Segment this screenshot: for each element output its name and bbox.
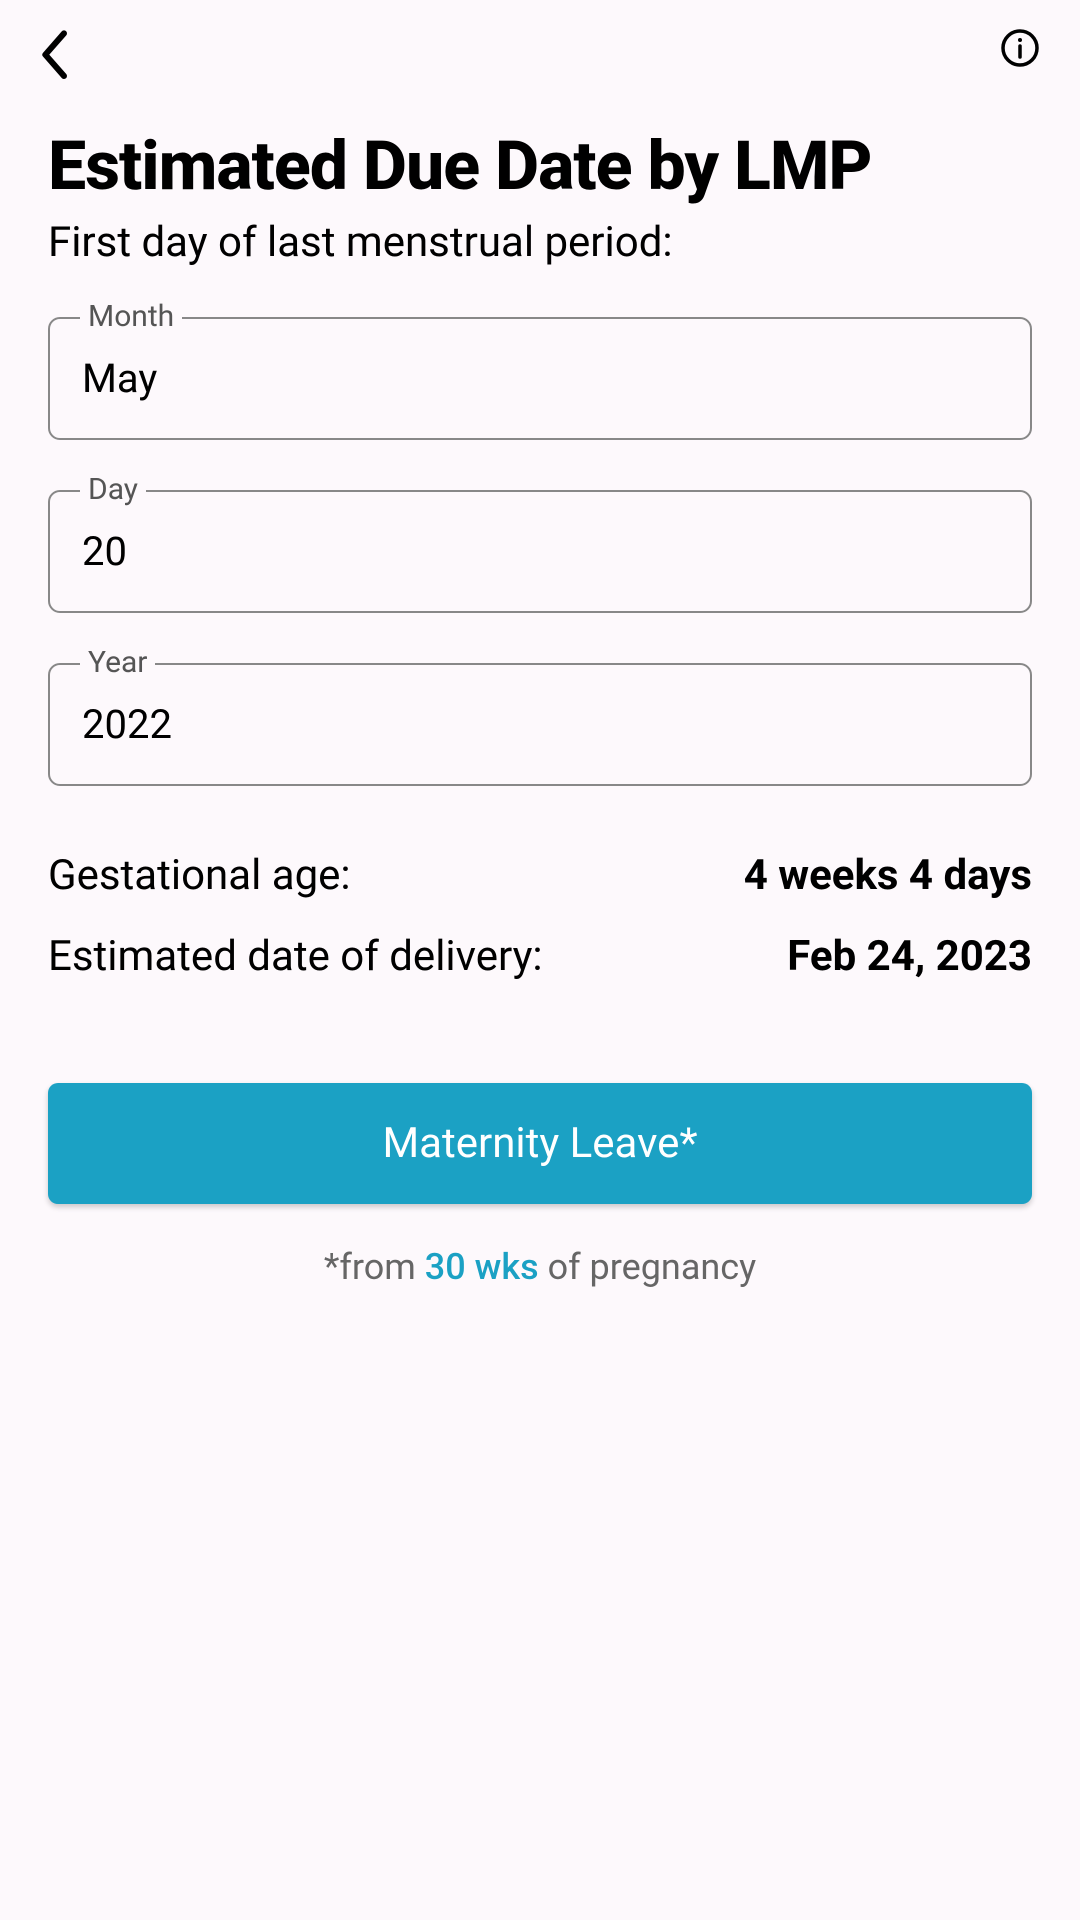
footnote-highlight[interactable]: 30 wks (425, 1246, 539, 1288)
day-input[interactable] (48, 490, 1032, 613)
header (0, 0, 1080, 96)
edd-value: Feb 24, 2023 (787, 932, 1032, 981)
back-icon[interactable] (40, 28, 72, 68)
edd-row: Estimated date of delivery: Feb 24, 2023 (48, 932, 1032, 981)
subtitle: First day of last menstrual period: (48, 218, 1032, 267)
results: Gestational age: 4 weeks 4 days Estimate… (48, 851, 1032, 981)
page-title: Estimated Due Date by LMP (48, 126, 1032, 206)
month-label: Month (80, 299, 182, 334)
info-icon[interactable] (1000, 28, 1040, 68)
month-input[interactable] (48, 317, 1032, 440)
day-field-group: Day (48, 490, 1032, 613)
edd-label: Estimated date of delivery: (48, 932, 543, 981)
year-input[interactable] (48, 663, 1032, 786)
year-label: Year (80, 645, 155, 680)
gestational-age-row: Gestational age: 4 weeks 4 days (48, 851, 1032, 900)
day-label: Day (80, 472, 146, 507)
footnote: *from 30 wks of pregnancy (48, 1246, 1032, 1288)
footnote-suffix: of pregnancy (539, 1246, 757, 1288)
maternity-leave-button[interactable]: Maternity Leave* (48, 1083, 1032, 1204)
footnote-prefix: *from (324, 1246, 425, 1288)
content: Estimated Due Date by LMP First day of l… (0, 126, 1080, 1288)
gestational-age-label: Gestational age: (48, 851, 351, 900)
gestational-age-value: 4 weeks 4 days (744, 851, 1032, 900)
year-field-group: Year (48, 663, 1032, 786)
month-field-group: Month (48, 317, 1032, 440)
